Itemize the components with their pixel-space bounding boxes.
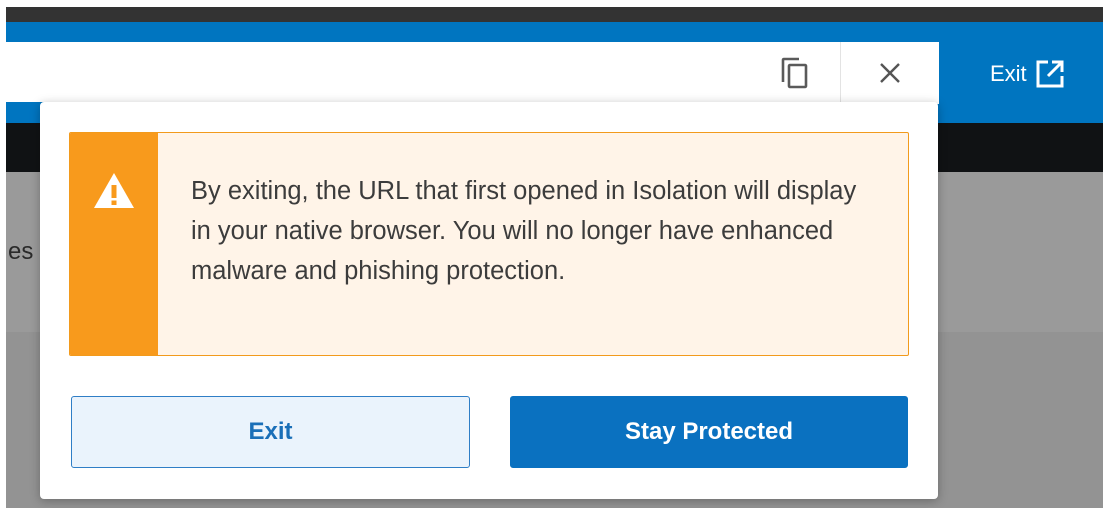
copy-url-button[interactable]: [770, 52, 820, 94]
warning-triangle-icon: [94, 173, 134, 208]
exit-button[interactable]: Exit: [71, 396, 470, 468]
warning-message: By exiting, the URL that first opened in…: [191, 177, 857, 285]
close-button[interactable]: [840, 42, 939, 104]
stay-protected-button[interactable]: Stay Protected: [510, 396, 908, 468]
stay-protected-button-label: Stay Protected: [624, 418, 794, 445]
warning-alert: By exiting, the URL that first opened in…: [69, 132, 909, 356]
warning-stripe: [70, 133, 158, 355]
exit-isolation-link[interactable]: Exit: [990, 54, 1065, 94]
copy-icon: [781, 57, 808, 89]
exit-confirmation-dialog: By exiting, the URL that first opened in…: [40, 102, 938, 499]
url-field[interactable]: [6, 42, 840, 102]
exit-link-label: Exit: [990, 61, 1027, 86]
external-link-icon: [1036, 60, 1064, 88]
exit-button-label: Exit: [248, 418, 293, 445]
browser-top-strip: [6, 7, 1103, 22]
close-icon: [880, 63, 900, 83]
background-page-text: es: [8, 238, 34, 265]
